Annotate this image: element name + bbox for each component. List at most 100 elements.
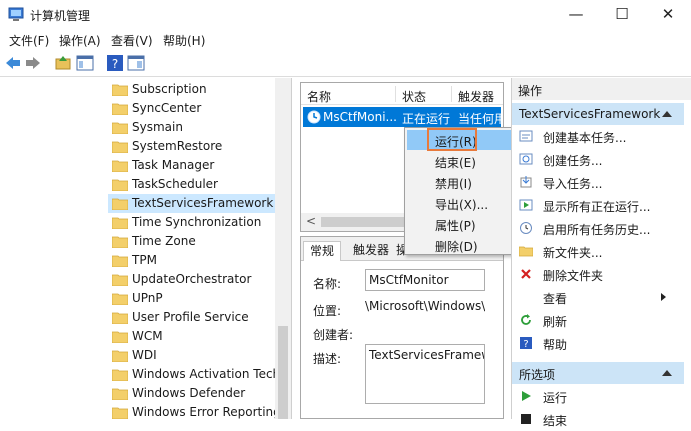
tree-item-label: WDI bbox=[132, 348, 157, 362]
action-item-label: 显示所有正在运行... bbox=[543, 200, 651, 214]
author-label: 创建者: bbox=[313, 328, 354, 342]
tree-item-label: UpdateOrchestrator bbox=[132, 272, 252, 286]
tree-item[interactable]: SyncCenter bbox=[108, 99, 276, 118]
tree-item[interactable]: UpdateOrchestrator bbox=[108, 270, 276, 289]
column-name[interactable]: 名称 bbox=[307, 88, 331, 105]
folder-icon bbox=[112, 350, 128, 362]
collapse-icon[interactable] bbox=[662, 370, 672, 376]
menu-action[interactable]: 操作(A) bbox=[59, 32, 101, 49]
action-item[interactable]: 导入任务... bbox=[512, 171, 684, 194]
action-item[interactable]: 创建任务... bbox=[512, 148, 684, 171]
task-icon bbox=[519, 153, 533, 165]
menu-help[interactable]: 帮助(H) bbox=[163, 32, 205, 49]
run-icon bbox=[522, 391, 531, 401]
action-item[interactable]: 刷新 bbox=[512, 309, 684, 332]
tree-item-label: Windows Defender bbox=[132, 386, 246, 400]
help-icon: ? bbox=[520, 337, 532, 350]
action-run[interactable]: 运行 bbox=[512, 385, 684, 408]
task-row[interactable]: MsCtfMoni... 正在运行 当任何用 bbox=[303, 107, 502, 127]
action-item-label: 删除文件夹 bbox=[543, 269, 604, 283]
actions-section-label: TextServicesFramework bbox=[519, 107, 661, 121]
tree-item[interactable]: UPnP bbox=[108, 289, 276, 308]
action-item[interactable]: 显示所有正在运行... bbox=[512, 194, 684, 217]
folder-icon bbox=[112, 160, 128, 172]
window-title: 计算机管理 bbox=[30, 9, 91, 23]
action-item-label: 创建任务... bbox=[543, 154, 603, 168]
collapse-icon[interactable] bbox=[662, 111, 672, 117]
selected-section-label: 所选项 bbox=[519, 368, 556, 382]
tree-item-label: TPM bbox=[132, 253, 157, 267]
show-hide-pane-icon[interactable] bbox=[127, 54, 145, 72]
action-item[interactable]: 删除文件夹 bbox=[512, 263, 684, 286]
name-field[interactable]: MsCtfMonitor bbox=[365, 269, 485, 291]
tree-item[interactable]: TextServicesFramework bbox=[108, 194, 276, 213]
tree-item[interactable]: Windows Activation Techn bbox=[108, 365, 288, 384]
tree-item[interactable]: Sysmain bbox=[108, 118, 276, 137]
task-trigger: 当任何用 bbox=[458, 112, 502, 126]
action-item[interactable]: 新文件夹... bbox=[512, 240, 684, 263]
tree-item-label: SyncCenter bbox=[132, 101, 202, 115]
forward-icon[interactable] bbox=[24, 54, 42, 72]
folder-icon bbox=[112, 293, 128, 305]
folder-icon bbox=[112, 84, 128, 96]
location-label: 位置: bbox=[313, 304, 342, 318]
tree-item[interactable]: TaskScheduler bbox=[108, 175, 276, 194]
menu-view[interactable]: 查看(V) bbox=[111, 32, 153, 49]
minimize-button[interactable]: — bbox=[553, 0, 599, 30]
tab-triggers[interactable]: 触发器 bbox=[347, 241, 395, 261]
action-item[interactable]: 查看 bbox=[512, 286, 684, 309]
tree-item-label: Sysmain bbox=[132, 120, 183, 134]
tree-item-label: TextServicesFramework bbox=[132, 196, 274, 210]
action-item-label: 启用所有任务历史... bbox=[543, 223, 651, 237]
maximize-button[interactable]: ☐ bbox=[599, 0, 645, 30]
menu-item-label: 结束(E) bbox=[435, 156, 476, 170]
tree-item[interactable]: Time Synchronization bbox=[108, 213, 276, 232]
tree-item[interactable]: SystemRestore bbox=[108, 137, 276, 156]
tree-item[interactable]: Task Manager bbox=[108, 156, 276, 175]
tree-item-label: User Profile Service bbox=[132, 310, 249, 324]
scroll-left-arrow[interactable]: < bbox=[306, 214, 316, 228]
tree-item[interactable]: WDI bbox=[108, 346, 276, 365]
back-icon[interactable] bbox=[4, 54, 22, 72]
action-item[interactable]: 启用所有任务历史... bbox=[512, 217, 684, 240]
tree-item[interactable]: WCM bbox=[108, 327, 276, 346]
action-item-label: 新文件夹... bbox=[543, 246, 603, 260]
action-item[interactable]: ? 帮助 bbox=[512, 332, 684, 355]
help-toolbar-icon[interactable]: ? bbox=[106, 54, 124, 72]
action-item[interactable]: 创建基本任务... bbox=[512, 125, 684, 148]
tree-item[interactable]: TPM bbox=[108, 251, 276, 270]
tab-general[interactable]: 常规 bbox=[303, 241, 342, 261]
tree-item[interactable]: Windows Defender bbox=[108, 384, 276, 403]
delete-icon bbox=[521, 269, 531, 279]
actions-header: 操作 bbox=[512, 78, 691, 100]
actions-section-header[interactable]: TextServicesFramework bbox=[512, 103, 684, 125]
name-label: 名称: bbox=[313, 277, 342, 291]
action-item-label: 导入任务... bbox=[543, 177, 603, 191]
tree-scroll-thumb[interactable] bbox=[278, 326, 288, 419]
location-value: \Microsoft\Windows\ bbox=[365, 299, 485, 313]
tree-item-label: Task Manager bbox=[132, 158, 215, 172]
selected-section-header[interactable]: 所选项 bbox=[512, 362, 684, 384]
action-end[interactable]: 结束 bbox=[512, 408, 684, 431]
up-folder-icon[interactable] bbox=[54, 54, 72, 72]
close-button[interactable]: ✕ bbox=[645, 0, 691, 30]
tree-item[interactable]: User Profile Service bbox=[108, 308, 276, 327]
scroll-thumb[interactable] bbox=[321, 217, 411, 227]
menu-file[interactable]: 文件(F) bbox=[9, 32, 49, 49]
highlight-outline bbox=[427, 128, 477, 151]
column-trigger[interactable]: 触发器 bbox=[458, 88, 494, 105]
action-item-label: 查看 bbox=[543, 292, 568, 306]
tree-item-label: Time Zone bbox=[132, 234, 196, 248]
action-item-label: 创建基本任务... bbox=[543, 131, 627, 145]
tree-item-label: Subscription bbox=[132, 82, 207, 96]
console-tree-icon[interactable] bbox=[76, 54, 94, 72]
computer-management-icon bbox=[8, 7, 24, 21]
stop-icon bbox=[521, 414, 531, 424]
description-field[interactable]: TextServicesFramew bbox=[365, 344, 485, 404]
refresh-icon bbox=[521, 314, 531, 325]
tree-item[interactable]: Time Zone bbox=[108, 232, 276, 251]
tree-item[interactable]: Subscription bbox=[108, 80, 276, 99]
submenu-arrow-icon bbox=[661, 293, 666, 301]
column-status[interactable]: 状态 bbox=[402, 88, 426, 105]
tree-item[interactable]: Windows Error Reporting bbox=[108, 403, 281, 419]
